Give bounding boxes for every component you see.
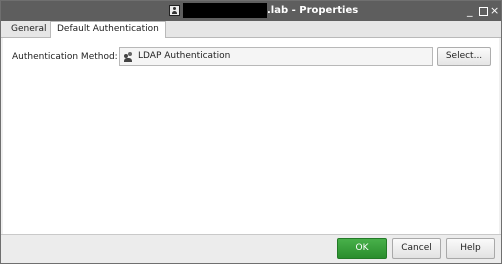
user-icon	[169, 5, 180, 16]
properties-dialog: .lab - Properties _ × General Default Au…	[0, 0, 502, 264]
authentication-method-field: LDAP Authentication	[119, 47, 433, 66]
dialog-footer: OK Cancel Help	[1, 234, 501, 263]
maximize-button[interactable]	[479, 7, 488, 16]
title-bar[interactable]: .lab - Properties _ ×	[1, 1, 501, 21]
cancel-button[interactable]: Cancel	[392, 238, 441, 259]
redacted-hostname	[183, 3, 267, 18]
tab-content: Authentication Method: LDAP Authenticati…	[3, 38, 499, 234]
authentication-method-label: Authentication Method:	[12, 52, 118, 62]
close-button[interactable]: ×	[490, 4, 499, 18]
tab-general[interactable]: General	[5, 22, 54, 37]
tab-default-authentication[interactable]: Default Authentication	[50, 21, 166, 39]
ok-button[interactable]: OK	[337, 238, 387, 259]
users-icon	[124, 52, 134, 62]
authentication-method-value: LDAP Authentication	[138, 51, 231, 61]
window-title: .lab - Properties	[267, 5, 359, 16]
help-button[interactable]: Help	[446, 238, 495, 259]
minimize-button[interactable]: _	[467, 4, 473, 18]
select-button[interactable]: Select...	[437, 47, 491, 66]
tab-bar: General Default Authentication	[1, 21, 501, 39]
